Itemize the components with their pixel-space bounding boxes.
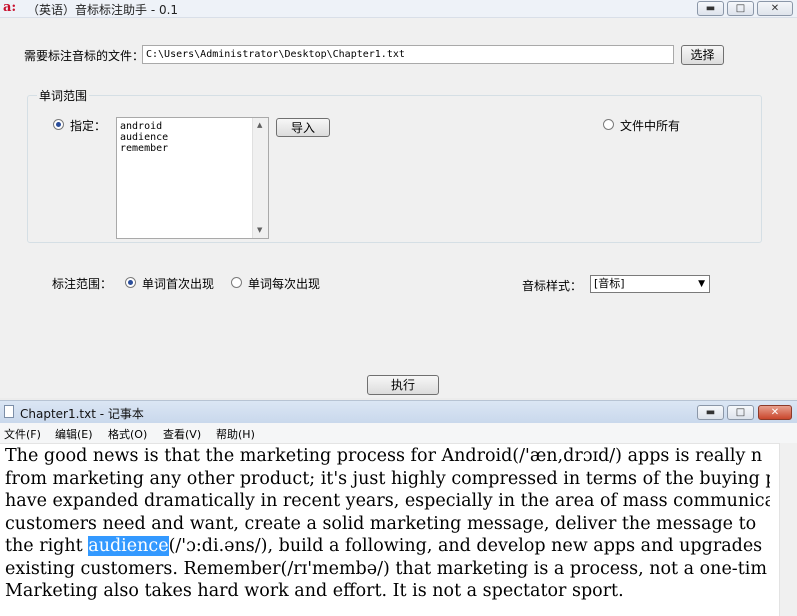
all-in-file-radio[interactable]	[603, 119, 614, 130]
word-list-text: android audience remember	[120, 121, 169, 154]
execute-button[interactable]: 执行	[367, 375, 439, 395]
selected-word[interactable]: audience	[88, 536, 169, 556]
text-line: the right audience(/'ɔ:di.əns/), build a…	[5, 535, 770, 558]
text-line: Marketing also takes hard work and effor…	[5, 581, 624, 601]
scroll-down-icon[interactable]: ▼	[257, 226, 262, 234]
import-button[interactable]: 导入	[276, 118, 330, 137]
text-segment: the right	[5, 536, 89, 556]
notepad-scrollbar[interactable]	[779, 443, 797, 616]
menu-view[interactable]: 查看(V)	[163, 426, 201, 442]
file-path-input[interactable]: C:\Users\Administrator\Desktop\Chapter1.…	[142, 45, 674, 64]
menu-edit[interactable]: 编辑(E)	[55, 426, 93, 442]
choose-file-button[interactable]: 选择	[681, 45, 724, 65]
annotate-range-label: 标注范围：	[52, 277, 113, 291]
scroll-up-icon[interactable]: ▲	[257, 121, 262, 129]
text-line: from marketing any other product; it's j…	[5, 468, 770, 489]
phonetic-style-select[interactable]: [音标] ▼	[590, 275, 710, 293]
file-label: 需要标注音标的文件：	[24, 49, 145, 63]
notepad-maximize-button[interactable]: □	[727, 405, 754, 420]
menu-format[interactable]: 格式(O)	[108, 426, 147, 442]
all-in-file-label: 文件中所有	[620, 119, 681, 133]
tool-titlebar: a: （英语）音标标注助手 - 0.1 ▬ □ ✕	[0, 0, 797, 18]
text-line: The good news is that the marketing proc…	[5, 446, 763, 466]
every-occurrence-radio[interactable]	[231, 277, 242, 288]
close-button[interactable]: ✕	[757, 1, 793, 16]
text-line: customers need and want, create a solid …	[5, 513, 757, 534]
text-segment: (/'ɔ:di.əns/), build a following, and de…	[168, 536, 763, 556]
specify-label: 指定：	[70, 119, 107, 133]
text-line: have expanded dramatically in recent yea…	[5, 491, 770, 511]
phonetic-style-label: 音标样式：	[522, 279, 583, 293]
notepad-close-button[interactable]: ✕	[758, 405, 792, 420]
word-range-title: 单词范围	[37, 87, 90, 104]
word-list-scrollbar[interactable]: ▲ ▼	[252, 118, 268, 238]
phonetic-style-value: [音标]	[594, 277, 625, 290]
first-occurrence-radio[interactable]	[125, 277, 136, 288]
window-title: （英语）音标标注助手 - 0.1	[27, 3, 179, 17]
maximize-button[interactable]: □	[727, 1, 754, 16]
notepad-window: Chapter1.txt - 记事本 ▬ □ ✕ 文件(F) 编辑(E) 格式(…	[0, 400, 797, 616]
notepad-menubar: 文件(F) 编辑(E) 格式(O) 查看(V) 帮助(H)	[0, 423, 797, 444]
every-occurrence-label: 单词每次出现	[248, 277, 321, 291]
menu-file[interactable]: 文件(F)	[4, 426, 41, 442]
first-occurrence-label: 单词首次出现	[142, 277, 215, 291]
word-list-textarea[interactable]: android audience remember ▲ ▼	[116, 117, 269, 239]
notepad-text-area[interactable]: The good news is that the marketing proc…	[5, 445, 770, 616]
specify-radio[interactable]	[53, 119, 64, 130]
menu-help[interactable]: 帮助(H)	[216, 426, 255, 442]
app-logo-icon: a:	[3, 0, 17, 15]
text-line: existing customers. Remember(/rɪ'membə/)…	[5, 558, 767, 579]
chevron-down-icon[interactable]: ▼	[698, 276, 705, 292]
notepad-minimize-button[interactable]: ▬	[697, 405, 724, 420]
tool-window: a: （英语）音标标注助手 - 0.1 ▬ □ ✕ 需要标注音标的文件： C:\…	[0, 0, 797, 398]
notepad-icon	[4, 405, 14, 418]
minimize-button[interactable]: ▬	[697, 1, 724, 16]
notepad-titlebar: Chapter1.txt - 记事本 ▬ □ ✕	[0, 401, 797, 423]
notepad-title: Chapter1.txt - 记事本	[20, 407, 144, 421]
